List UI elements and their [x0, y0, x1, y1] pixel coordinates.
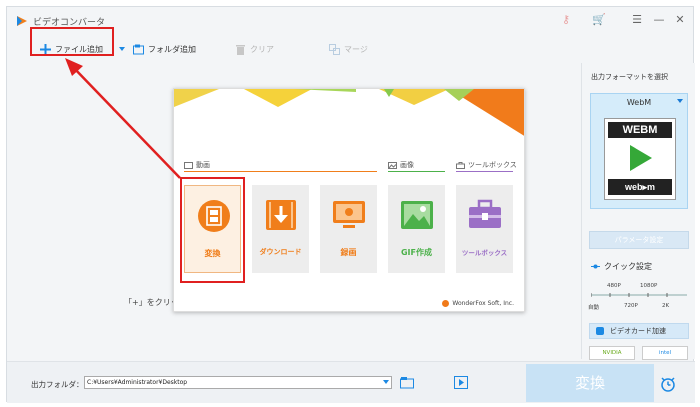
video-section-icon [184, 161, 193, 169]
key-icon[interactable]: ⚷ [559, 13, 573, 27]
brand-text: WonderFox Soft, Inc. [452, 300, 514, 307]
toolbox-icon [469, 199, 501, 228]
brand-credit: WonderFox Soft, Inc. [442, 300, 514, 307]
drop-hint: 「+」をクリッ [124, 298, 179, 307]
section-video: 動画 [184, 160, 210, 170]
nvidia-badge[interactable]: NVIDIA [589, 346, 635, 360]
image-section-icon [388, 161, 397, 169]
alarm-clock-icon[interactable] [660, 376, 676, 392]
tile-gif[interactable]: GIF作成 [388, 185, 445, 273]
minimize-button[interactable]: — [652, 13, 666, 27]
checkbox-icon [596, 327, 604, 335]
output-folder-label: 出力フォルダ： [31, 380, 84, 389]
tile-record-label: 録画 [340, 248, 357, 257]
parameter-settings-button[interactable]: パラメータ設定 [589, 231, 689, 249]
clear-button[interactable]: クリア [235, 41, 274, 57]
convert-button[interactable]: 変換 [526, 364, 654, 402]
section-video-label: 動画 [196, 161, 210, 169]
image-section-divider [388, 171, 445, 172]
chevron-down-icon [383, 380, 389, 384]
tile-toolbox[interactable]: ツールボックス [456, 185, 513, 273]
trash-icon [236, 44, 245, 55]
screen-record-icon [333, 201, 365, 228]
webm-format-icon: WEBM web▸m [604, 118, 676, 200]
merge-label: マージ [344, 44, 368, 54]
quality-label-480p: 480P [607, 283, 621, 289]
quality-label-720p: 720P [624, 303, 638, 309]
highlight-convert-tile [180, 177, 245, 283]
add-file-dropdown[interactable] [119, 41, 125, 57]
output-format-title: 出力フォーマットを選択 [591, 73, 668, 81]
gpu-acceleration-button[interactable]: ビデオカード加速 [589, 323, 689, 339]
add-folder-button[interactable]: フォルダ追加 [133, 41, 196, 57]
download-icon [266, 200, 296, 230]
image-icon [401, 201, 433, 229]
clear-label: クリア [250, 44, 274, 54]
cart-icon[interactable]: 🛒 [592, 13, 606, 27]
video-section-divider [184, 171, 377, 172]
webm-icon-top-text: WEBM [608, 122, 672, 138]
chevron-down-icon [677, 99, 683, 103]
menu-icon[interactable]: ☰ [630, 13, 644, 27]
output-folder-path: C:¥Users¥Administrator¥Desktop [87, 379, 188, 386]
quality-label-2k: 2K [662, 303, 670, 309]
section-image-label: 画像 [400, 161, 414, 169]
tile-download[interactable]: ダウンロード [252, 185, 309, 273]
intel-badge[interactable]: intel [642, 346, 688, 360]
section-toolbox-label: ツールボックス [468, 161, 517, 169]
app-logo-icon [17, 16, 27, 26]
section-image: 画像 [388, 160, 414, 170]
tile-gif-label: GIF作成 [400, 248, 432, 257]
slider-icon [591, 264, 600, 269]
toolbox-section-divider [456, 171, 513, 172]
quality-label-1080p: 1080P [640, 283, 658, 289]
play-icon [630, 145, 652, 171]
chevron-down-icon [119, 46, 125, 51]
format-selector[interactable]: WebM WEBM web▸m [590, 93, 688, 209]
wonderfox-logo-icon [442, 300, 450, 307]
format-name: WebM [626, 98, 652, 107]
browse-folder-icon[interactable] [400, 376, 414, 389]
tile-toolbox-label: ツールボックス [461, 249, 508, 257]
tile-download-label: ダウンロード [259, 248, 302, 256]
bottom-bar: 出力フォルダ： C:¥Users¥Administrator¥Desktop 変… [7, 361, 695, 403]
merge-button[interactable]: マージ [329, 41, 368, 57]
webm-icon-bottom-text: web▸m [608, 179, 672, 195]
merge-icon [329, 43, 340, 55]
quality-slider[interactable] [591, 292, 687, 298]
gpu-acceleration-label: ビデオカード加速 [610, 327, 666, 335]
popup-banner [174, 89, 524, 136]
output-folder-field[interactable]: C:¥Users¥Administrator¥Desktop [84, 376, 392, 389]
open-output-folder-icon[interactable] [454, 376, 468, 389]
output-settings-panel: 出力フォーマットを選択 WebM WEBM web▸m パラメータ設定 クイック… [581, 63, 695, 360]
tile-record[interactable]: 録画 [320, 185, 377, 273]
quality-label-auto: 自動 [588, 305, 600, 311]
folder-icon [133, 44, 144, 54]
add-folder-label: フォルダ追加 [148, 44, 196, 54]
highlight-add-file [30, 27, 114, 56]
quick-settings-label: クイック設定 [604, 262, 652, 271]
toolbox-section-icon [456, 161, 465, 169]
section-toolbox: ツールボックス [456, 160, 517, 170]
close-button[interactable]: ✕ [673, 13, 687, 27]
quick-settings: クイック設定 [591, 261, 652, 272]
